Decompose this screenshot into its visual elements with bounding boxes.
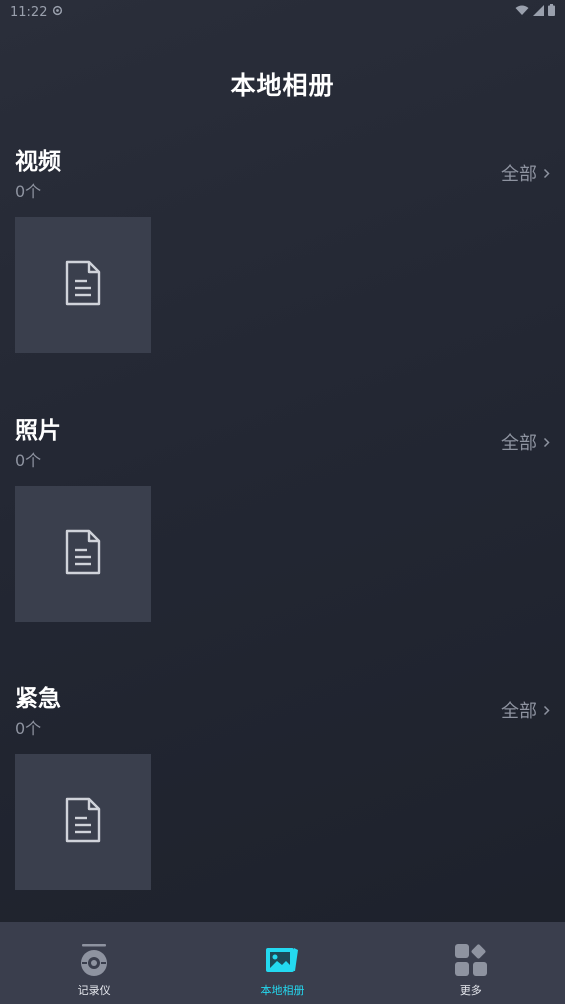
section-photo: 照片 0个 全部	[15, 417, 550, 622]
chevron-right-icon	[543, 163, 550, 184]
view-all-label: 全部	[501, 701, 537, 722]
section-count: 0个	[15, 719, 42, 738]
view-all-button[interactable]: 全部	[501, 429, 550, 455]
document-icon	[64, 796, 102, 848]
section-title: 照片	[15, 418, 61, 444]
grid-icon	[454, 942, 488, 978]
bottom-tab-bar: 记录仪 本地相册 更多	[0, 922, 565, 1004]
album-icon	[264, 942, 300, 978]
tab-label: 记录仪	[77, 984, 111, 997]
tab-more[interactable]: 更多	[377, 922, 565, 998]
battery-icon	[548, 4, 555, 20]
view-all-label: 全部	[501, 433, 537, 454]
chevron-right-icon	[543, 432, 550, 453]
view-all-button[interactable]: 全部	[501, 160, 550, 186]
status-bar: 11:22	[0, 0, 565, 24]
tab-album[interactable]: 本地相册	[188, 922, 376, 998]
section-count: 0个	[15, 451, 42, 470]
status-right	[515, 4, 555, 20]
empty-thumbnail[interactable]	[15, 754, 151, 890]
view-all-label: 全部	[501, 164, 537, 185]
page-title: 本地相册	[230, 71, 335, 100]
document-icon	[64, 528, 102, 580]
document-icon	[64, 259, 102, 311]
signal-icon	[533, 4, 544, 20]
section-title: 紧急	[15, 686, 61, 712]
empty-thumbnail[interactable]	[15, 486, 151, 622]
wifi-icon	[515, 5, 529, 20]
section-count: 0个	[15, 182, 42, 201]
tab-label: 更多	[459, 984, 482, 997]
tab-recorder[interactable]: 记录仪	[0, 922, 188, 998]
tab-label: 本地相册	[260, 984, 305, 997]
status-time: 11:22	[10, 4, 48, 20]
settings-gear-icon	[52, 5, 63, 20]
dashcam-icon	[78, 942, 110, 978]
empty-thumbnail[interactable]	[15, 217, 151, 353]
chevron-right-icon	[543, 700, 550, 721]
status-left: 11:22	[10, 5, 63, 20]
section-emergency: 紧急 0个 全部	[15, 685, 550, 890]
section-title: 视频	[15, 149, 61, 175]
view-all-button[interactable]: 全部	[501, 697, 550, 723]
section-video: 视频 0个 全部	[15, 148, 550, 353]
